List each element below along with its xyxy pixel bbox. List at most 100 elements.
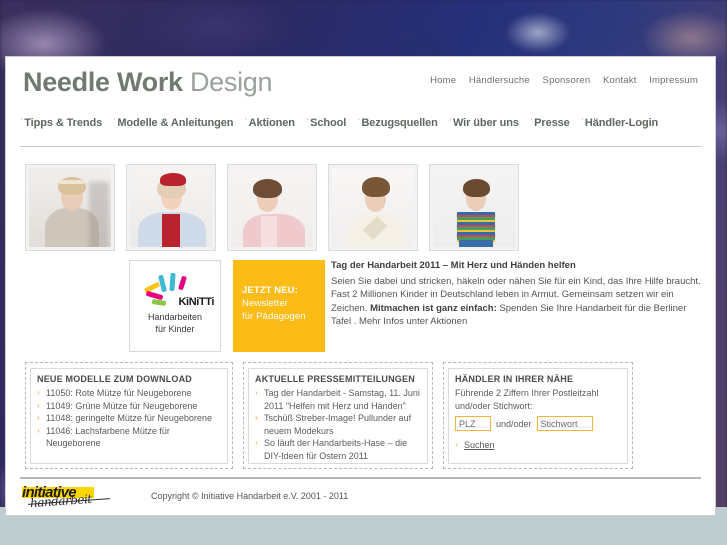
nav-item-tipps-trends[interactable]: ˈTipps & Trends [20,117,102,129]
promo-row: KiNiTTi Handarbeiten für Kinder JETZT NE… [25,260,701,356]
kinitti-banner[interactable]: KiNiTTi Handarbeiten für Kinder [129,260,221,352]
newsletter-line-1: JETZT NEU: [242,285,298,296]
nav-item-school[interactable]: ˈSchool [306,117,346,129]
gallery-thumb-4[interactable] [328,164,418,251]
gallery-thumb-3[interactable] [227,164,317,251]
info-boxes: NEUE MODELLE ZUM DOWNLOAD › 11050: Rote M… [25,362,701,469]
kinitti-caption-line1: Handarbeiten [147,312,203,322]
list-item[interactable]: › Tag der Handarbeit - Samstag, 11. Juni … [255,387,421,412]
plz-input[interactable] [455,416,491,432]
kinitti-dash-cyan-1 [158,274,167,293]
box-press-title: AKTUELLE PRESSEMITTEILUNGEN [255,374,415,384]
kinitti-wordmark: KiNiTTi [178,296,215,308]
nav-item-modelle-anleitungen[interactable]: ˈModelle & Anleitungen [113,117,233,129]
arrow-icon: › [37,425,40,435]
list-item-label: 11046: Lachsfarbene Mütze für Neugeboren… [46,425,170,449]
arrow-icon: › [37,388,40,397]
nav-label: Wir über uns [453,117,519,129]
nav-tick-icon: ˈ [529,118,534,129]
dealer-search-form: und/oder [455,416,621,432]
nav-tick-icon: ˈ [357,118,361,129]
newsletter-line-2: Newsletter [242,298,288,309]
kinitti-caption-line2: für Kinder [155,324,195,334]
initiative-handarbeit-logo[interactable]: initiative handarbeit [22,483,140,510]
site-logo[interactable]: Needle Work Design [23,67,273,97]
kinitti-dash-green [151,299,167,306]
keyword-input[interactable] [536,416,593,432]
top-nav-home[interactable]: Home [430,75,456,86]
nav-tick-icon: ˈ [20,118,24,129]
kinitti-dash-cyan-2 [169,272,176,292]
nav-label: Presse [534,117,570,129]
top-nav-kontakt[interactable]: Kontakt [603,75,637,86]
newsletter-line-3: für Pädagogen [242,311,306,322]
page-card: Needle Work Design Home Händlersuche Spo… [5,56,716,516]
nav-label: Aktionen [248,117,295,129]
list-item[interactable]: › Tschüß Streber-Image! Pullunder auf neu… [255,412,421,437]
list-item-label: So läuft der Handarbeits-Hase – die DIY-… [264,438,408,461]
site-footer: initiative handarbeit Copyright © Initia… [20,483,701,511]
kinitti-logo: KiNiTTi [130,267,220,309]
list-item[interactable]: › 11049: Grüne Mütze für Neugeborene [37,400,221,413]
nav-tick-icon: ˈ [113,118,117,129]
list-item[interactable]: › 11048: geringelte Mütze für Neugeborene [37,412,221,425]
arrow-icon: › [37,400,40,410]
new-models-list: › 11050: Rote Mütze für Neugeborene › 1104… [37,387,221,450]
list-item[interactable]: › So läuft der Handarbeits-Hase – die DIY… [255,437,421,462]
arrow-icon: › [37,413,40,423]
nav-item-aktionen[interactable]: ˈAktionen [244,117,295,129]
box-dealer-search: HÄNDLER IN IHRER NÄHE Führende 2 Ziffern… [443,362,633,469]
press-list: › Tag der Handarbeit - Samstag, 11. Juni … [255,387,421,463]
nav-label: Tipps & Trends [24,117,103,129]
list-item[interactable]: › 11046: Lachsfarbene Mütze für Neugebore… [37,425,221,450]
nav-tick-icon: ˈ [244,118,248,129]
arrow-icon: › [455,440,458,450]
gallery-thumb-2[interactable] [126,164,216,251]
article-title: Tag der Handarbeit 2011 – Mit Herz und H… [331,260,576,271]
nav-label: School [310,117,347,129]
gallery-thumb-1[interactable] [25,164,115,251]
main-navigation: ˈTipps & Trends ˈModelle & Anleitungen ˈAk… [6,113,715,133]
gallery [25,164,519,251]
newsletter-banner[interactable]: JETZT NEU: Newsletter für Pädagogen [233,260,325,352]
article-text-bold: Mitmachen ist ganz einfach: [370,302,497,314]
list-item-label: Tag der Handarbeit - Samstag, 11. Juni 2… [264,388,420,411]
box-press-releases: AKTUELLE PRESSEMITTEILUNGEN › Tag der Han… [243,362,433,469]
nav-tick-icon: ˈ [305,118,310,129]
nav-item-bezugsquellen[interactable]: ˈBezugsquellen [357,117,438,129]
top-nav-impressum[interactable]: Impressum [649,75,698,86]
list-item[interactable]: › 11050: Rote Mütze für Neugeborene [37,387,221,400]
top-nav-haendlersuche[interactable]: Händlersuche [469,75,530,86]
box-new-models: NEUE MODELLE ZUM DOWNLOAD › 11050: Rote M… [25,362,233,469]
nav-tick-icon: ˈ [448,118,452,129]
box-dealer-title: HÄNDLER IN IHRER NÄHE [455,374,574,384]
box-new-models-title: NEUE MODELLE ZUM DOWNLOAD [37,374,192,384]
dealer-search-description: Führende 2 Ziffern Ihrer Postleitzahl un… [455,388,599,411]
gallery-thumb-5[interactable] [429,164,519,251]
arrow-icon: › [255,388,258,397]
arrow-icon: › [255,438,258,448]
nav-label: Bezugsquellen [361,117,438,129]
kinitti-caption: Handarbeiten für Kinder [130,311,220,335]
brand-bold: Needle Work [23,67,183,97]
nav-item-presse[interactable]: ˈPresse [530,117,570,129]
search-button[interactable]: › Suchen [455,440,495,450]
nav-label: Händler-Login [584,117,659,129]
and-or-label: und/oder [496,418,532,429]
arrow-icon: › [255,413,258,423]
list-item-label: 11050: Rote Mütze für Neugeborene [46,388,192,398]
nav-item-wir-ueber-uns[interactable]: ˈWir über uns [449,117,519,129]
nav-item-haendler-login[interactable]: ˈHändler-Login [581,117,659,129]
top-navigation: Home Händlersuche Sponsoren Kontakt Impr… [430,75,698,86]
nav-label: Modelle & Anleitungen [117,117,234,129]
copyright-text: Copyright © Initiative Handarbeit e.V. 2… [151,491,349,501]
nav-tick-icon: ˈ [580,118,584,129]
kinitti-dash-magenta-1 [177,275,188,291]
site-header: Needle Work Design Home Händlersuche Spo… [6,57,715,115]
search-button-label: Suchen [464,440,495,451]
brand-light: Design [189,67,273,97]
article-body: Seien Sie dabei und stricken, häkeln ode… [331,275,701,328]
list-item-label: 11048: geringelte Mütze für Neugeborene [46,413,212,424]
list-item-label: 11049: Grüne Mütze für Neugeborene [46,400,198,411]
top-nav-sponsoren[interactable]: Sponsoren [543,75,591,86]
